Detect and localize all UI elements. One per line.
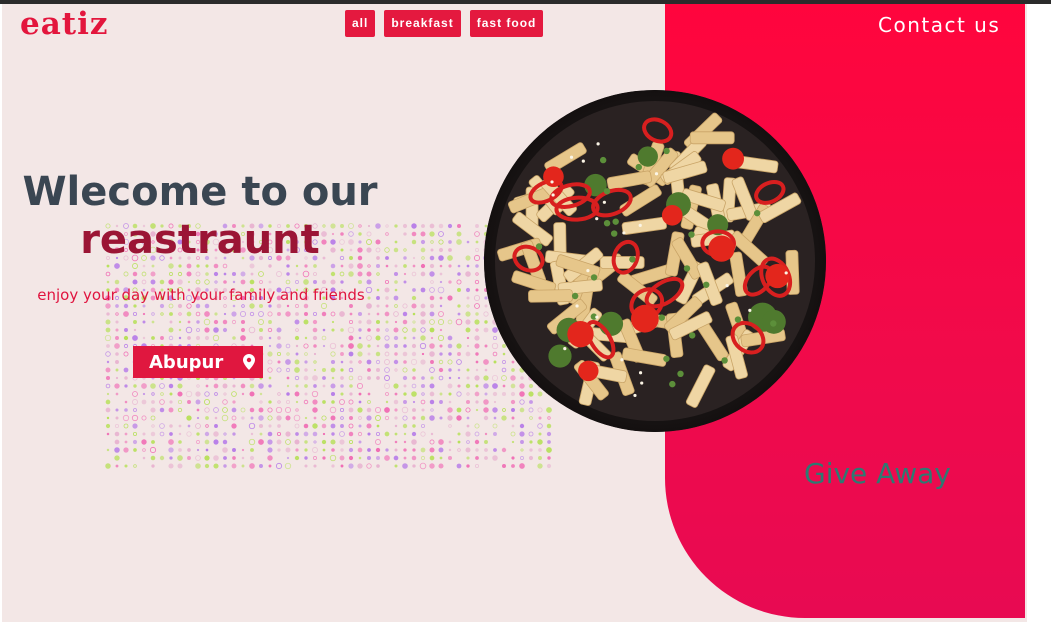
hero-title: Wlecome to our reastraunt <box>0 168 400 264</box>
nav-button-fast-food[interactable]: fast food <box>469 10 544 37</box>
hero-tagline: enjoy your day with your family and frie… <box>37 286 365 304</box>
brand-logo[interactable]: eatiz <box>20 6 109 42</box>
pasta-dish-illustration <box>484 90 826 432</box>
pasta-dish-image <box>484 90 826 432</box>
nav-button-all[interactable]: all <box>345 10 376 37</box>
map-pin-icon <box>243 354 256 370</box>
give-away-label[interactable]: Give Away <box>804 457 951 490</box>
location-button[interactable]: Abupur <box>133 346 263 378</box>
nav-button-breakfast[interactable]: breakfast <box>384 10 461 37</box>
hero-title-line1: Wlecome to our <box>22 169 378 215</box>
category-nav: all breakfast fast food <box>345 10 544 37</box>
contact-us-link[interactable]: Contact us <box>878 13 1000 37</box>
hero-title-line2: reastraunt <box>80 217 320 263</box>
location-label: Abupur <box>149 351 224 373</box>
